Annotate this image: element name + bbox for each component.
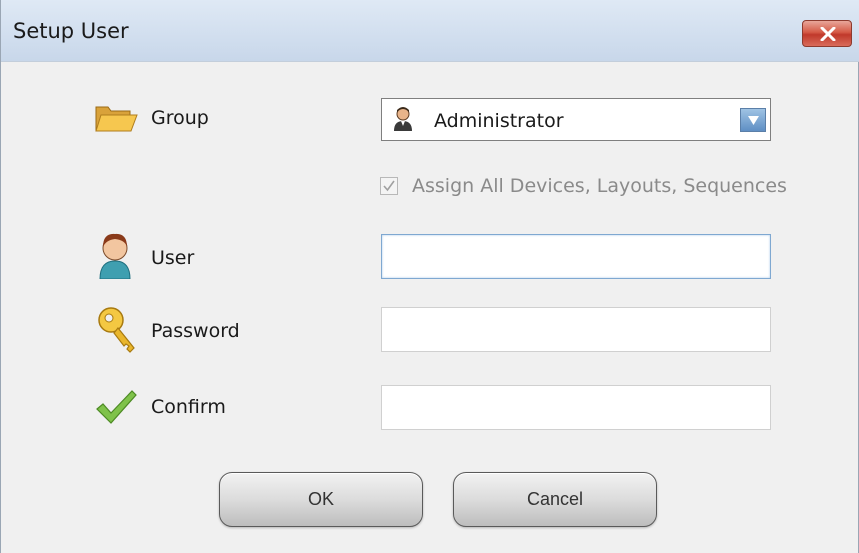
key-icon — [98, 307, 135, 353]
assign-all-checkbox[interactable] — [380, 177, 398, 195]
setup-user-dialog: Setup User Group Administrator Assign Al… — [0, 0, 859, 553]
close-button[interactable] — [802, 20, 852, 47]
title-bar: Setup User — [1, 0, 859, 62]
cancel-button[interactable]: Cancel — [453, 472, 657, 527]
chevron-down-icon — [748, 116, 759, 125]
confirm-label: Confirm — [151, 396, 226, 418]
user-label: User — [151, 247, 195, 269]
folder-icon — [95, 106, 138, 132]
window-title: Setup User — [13, 19, 129, 43]
person-icon — [394, 107, 412, 131]
ok-button[interactable]: OK — [219, 472, 423, 527]
checkmark-icon — [96, 390, 137, 424]
close-icon — [820, 27, 836, 41]
password-input[interactable] — [381, 307, 771, 352]
confirm-input[interactable] — [381, 385, 771, 430]
group-dropdown-button[interactable] — [740, 108, 766, 132]
user-input[interactable] — [381, 234, 771, 279]
group-selected-value: Administrator — [434, 110, 564, 132]
password-label: Password — [151, 320, 240, 342]
user-avatar-icon — [99, 233, 131, 279]
assign-all-label: Assign All Devices, Layouts, Sequences — [412, 175, 787, 197]
group-select[interactable]: Administrator — [381, 98, 771, 141]
group-label: Group — [151, 107, 209, 129]
check-mark-icon — [383, 180, 395, 192]
